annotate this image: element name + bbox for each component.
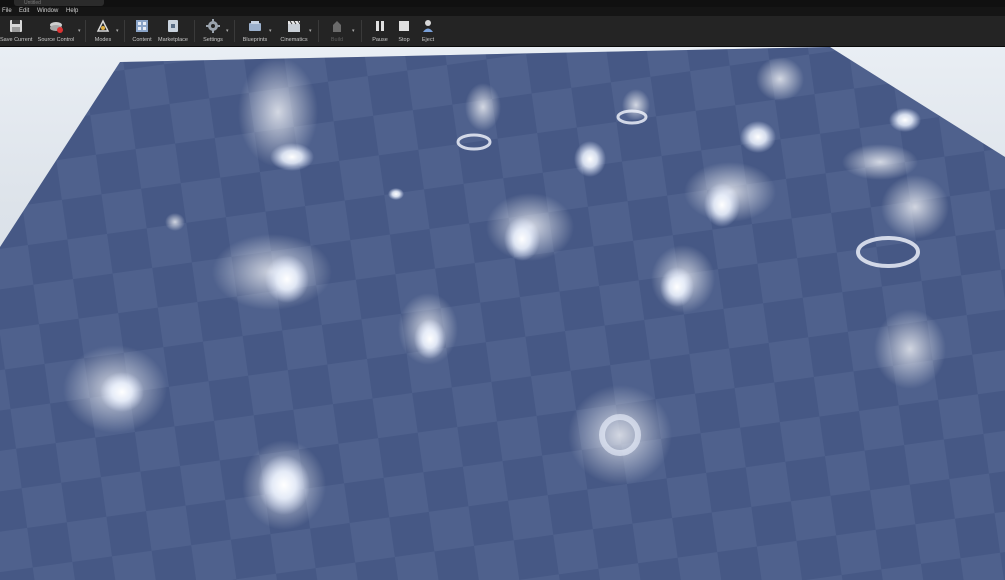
toolbar-separator [234, 20, 235, 42]
blueprints-button[interactable]: Blueprints [240, 17, 270, 45]
level-tab[interactable]: Untitled [14, 0, 104, 6]
toolbar-separator [361, 20, 362, 42]
water-floor-scene [0, 47, 1005, 580]
modes-dropdown-icon[interactable]: ▾ [116, 28, 119, 34]
marketplace-label: Marketplace [158, 37, 188, 43]
source-control-label: Source Control [37, 37, 75, 43]
source-control-icon [50, 22, 63, 33]
menu-edit[interactable]: Edit [19, 7, 29, 16]
content-browser-icon [136, 20, 148, 32]
content-button[interactable]: Content [128, 17, 156, 45]
clapperboard-icon [288, 20, 301, 32]
level-tab-label: Untitled [24, 0, 41, 6]
menu-file[interactable]: File [2, 7, 12, 16]
blueprints-label: Blueprints [242, 37, 268, 43]
menu-window[interactable]: Window [37, 7, 58, 16]
save-icon [10, 20, 22, 32]
eject-button[interactable]: Eject [417, 17, 439, 45]
cinematics-label: Cinematics [280, 37, 308, 43]
menu-help[interactable]: Help [66, 7, 78, 16]
settings-label: Settings [203, 37, 223, 43]
toolbar-separator [194, 20, 195, 42]
content-label: Content [132, 37, 152, 43]
menu-bar: File Edit Window Help [0, 7, 1005, 16]
build-dropdown-icon[interactable]: ▾ [352, 28, 355, 34]
toolbar-separator [85, 20, 86, 42]
cinematics-dropdown-icon[interactable]: ▾ [309, 28, 312, 34]
settings-button[interactable]: Settings [199, 17, 227, 45]
toolbar-separator [318, 20, 319, 42]
stop-icon [399, 21, 409, 31]
title-bar: Untitled [0, 0, 1005, 7]
settings-gear-icon [206, 19, 220, 33]
toolbar-separator [124, 20, 125, 42]
stop-label: Stop [398, 37, 410, 43]
main-toolbar: Save Current Source Control ▾ Modes ▾ Co… [0, 16, 1005, 48]
blueprints-dropdown-icon[interactable]: ▾ [269, 28, 272, 34]
eject-icon [423, 20, 433, 32]
modes-label: Modes [94, 37, 112, 43]
blueprints-icon [249, 21, 261, 31]
build-icon [333, 21, 341, 32]
marketplace-icon [168, 20, 178, 32]
settings-dropdown-icon[interactable]: ▾ [226, 28, 229, 34]
stop-button[interactable]: Stop [393, 17, 415, 45]
pause-icon [376, 21, 384, 31]
modes-button[interactable]: Modes [90, 17, 116, 45]
source-control-button[interactable]: Source Control [36, 17, 76, 45]
cinematics-button[interactable]: Cinematics [277, 17, 311, 45]
build-label: Build [330, 37, 344, 43]
save-current-button[interactable]: Save Current [0, 17, 32, 45]
save-current-label: Save Current [0, 37, 33, 43]
level-viewport[interactable] [0, 47, 1005, 580]
pause-label: Pause [372, 37, 388, 43]
pause-button[interactable]: Pause [367, 17, 393, 45]
build-button[interactable]: Build [323, 17, 351, 45]
marketplace-button[interactable]: Marketplace [156, 17, 190, 45]
source-control-dropdown-icon[interactable]: ▾ [78, 28, 81, 34]
modes-icon [96, 19, 110, 32]
eject-label: Eject [421, 37, 435, 43]
